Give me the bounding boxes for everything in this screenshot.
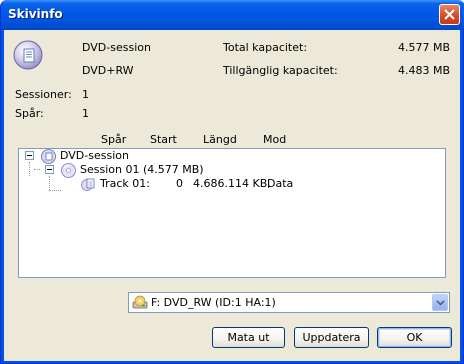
tree-connector bbox=[49, 176, 50, 190]
free-capacity-value: 4.483 MB bbox=[397, 64, 450, 77]
close-button[interactable] bbox=[439, 4, 460, 25]
title-bar[interactable]: Skivinfo bbox=[1, 0, 464, 30]
tree-item-track[interactable]: Track 01: bbox=[100, 177, 150, 191]
total-capacity-label: Total kapacitet: bbox=[223, 41, 308, 54]
total-capacity-value: 4.577 MB bbox=[397, 41, 450, 54]
track-length-value: 4.686.114 KB, bbox=[193, 177, 271, 190]
window-title: Skivinfo bbox=[8, 7, 63, 21]
dialog-window: Skivinfo DVD-session DVD+RW Total kapaci… bbox=[0, 0, 464, 364]
drive-icon bbox=[132, 295, 148, 309]
drive-select-value: F: DVD_RW (ID:1 HA:1) bbox=[151, 296, 276, 309]
tracks-label: Spår: bbox=[15, 107, 44, 120]
eject-button[interactable]: Mata ut bbox=[212, 327, 285, 348]
tree-item-root[interactable]: DVD-session bbox=[60, 149, 129, 163]
session-tree[interactable]: DVD-session Session 01 (4.577 MB) Track … bbox=[18, 148, 446, 278]
ok-button[interactable]: OK bbox=[377, 327, 452, 348]
collapse-toggle-root[interactable] bbox=[25, 151, 34, 160]
column-header-mode: Mod bbox=[263, 133, 287, 146]
tree-connector bbox=[49, 190, 61, 191]
tree-connector bbox=[29, 162, 30, 176]
dropdown-button[interactable] bbox=[432, 294, 448, 311]
disc-type-label: DVD-session bbox=[82, 41, 151, 54]
drive-select[interactable]: F: DVD_RW (ID:1 HA:1) bbox=[128, 292, 450, 313]
track-start-value: 0 bbox=[176, 177, 183, 190]
collapse-toggle-session[interactable] bbox=[45, 165, 54, 174]
chevron-down-icon bbox=[436, 300, 445, 306]
track-mode-value: Data bbox=[267, 177, 294, 190]
dialog-body: DVD-session DVD+RW Total kapacitet: 4.57… bbox=[4, 30, 460, 361]
column-header-track: Spår bbox=[101, 133, 127, 146]
dvd-disc-icon bbox=[41, 149, 56, 164]
media-type-label: DVD+RW bbox=[82, 64, 134, 77]
close-icon bbox=[444, 9, 455, 20]
sessions-value: 1 bbox=[82, 88, 89, 101]
column-header-start: Start bbox=[150, 133, 177, 146]
tracks-value: 1 bbox=[82, 107, 89, 120]
dvd-disc-icon bbox=[13, 40, 43, 70]
tree-item-session[interactable]: Session 01 (4.577 MB) bbox=[80, 163, 204, 177]
refresh-button[interactable]: Uppdatera bbox=[294, 327, 369, 348]
tree-connector bbox=[34, 169, 40, 170]
cd-session-icon bbox=[61, 163, 76, 178]
free-capacity-label: Tillgänglig kapacitet: bbox=[223, 64, 338, 77]
track-file-icon bbox=[81, 178, 95, 191]
column-header-length: Längd bbox=[203, 133, 237, 146]
sessions-label: Sessioner: bbox=[15, 88, 72, 101]
